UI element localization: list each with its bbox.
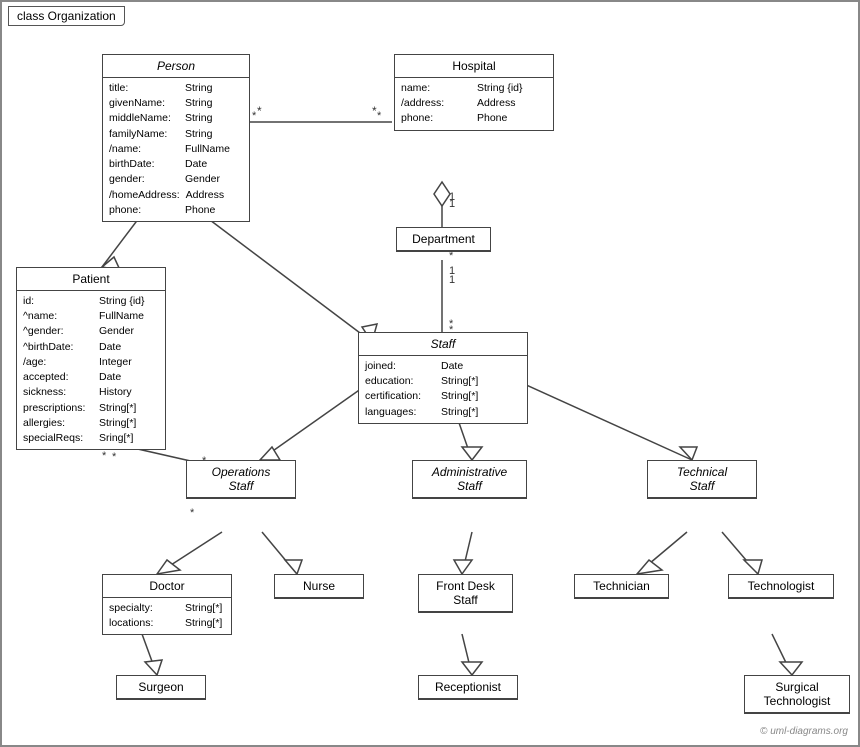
surgeon-class: Surgeon <box>116 675 206 700</box>
technician-class: Technician <box>574 574 669 599</box>
nurse-name: Nurse <box>275 575 363 598</box>
mult-person-hospital-left: * <box>252 110 256 122</box>
hospital-class: Hospital name:String {id} /address:Addre… <box>394 54 554 131</box>
nurse-class: Nurse <box>274 574 364 599</box>
doctor-class: Doctor specialty:String[*] locations:Str… <box>102 574 232 635</box>
hospital-name: Hospital <box>395 55 553 78</box>
staff-class: Staff joined:Date education:String[*] ce… <box>358 332 528 424</box>
front-desk-staff-class: Front Desk Staff <box>418 574 513 613</box>
person-body: title:String givenName:String middleName… <box>103 78 249 221</box>
mult-dept-staff-star: * <box>449 324 453 336</box>
department-name: Department <box>397 228 490 251</box>
receptionist-name: Receptionist <box>419 676 517 699</box>
operations-staff-class: Operations Staff <box>186 460 296 499</box>
technologist-class: Technologist <box>728 574 834 599</box>
mult-hospital-dept-star: * <box>449 250 453 262</box>
diagram-container: class Organization * * 1 * 1 * * <box>0 0 860 747</box>
diagram-title: class Organization <box>8 6 125 26</box>
title-text: class Organization <box>17 9 116 23</box>
mult-dept-staff-1: 1 <box>449 274 455 286</box>
person-name: Person <box>103 55 249 78</box>
hospital-body: name:String {id} /address:Address phone:… <box>395 78 553 130</box>
surgical-technologist-name: Surgical Technologist <box>745 676 849 713</box>
technologist-name: Technologist <box>729 575 833 598</box>
mult-patient-star: * <box>102 450 106 462</box>
svg-text:*: * <box>257 104 262 118</box>
administrative-staff-class: Administrative Staff <box>412 460 527 499</box>
svg-text:*: * <box>112 451 117 463</box>
mult-hospital-dept-1: 1 <box>449 198 455 210</box>
surgical-technologist-class: Surgical Technologist <box>744 675 850 714</box>
operations-staff-name: Operations Staff <box>187 461 295 498</box>
technical-staff-class: Technical Staff <box>647 460 757 499</box>
patient-name: Patient <box>17 268 165 291</box>
receptionist-class: Receptionist <box>418 675 518 700</box>
surgeon-name: Surgeon <box>117 676 205 699</box>
staff-name: Staff <box>359 333 527 356</box>
department-class: Department <box>396 227 491 252</box>
administrative-staff-name: Administrative Staff <box>413 461 526 498</box>
copyright-text: © uml-diagrams.org <box>760 726 848 737</box>
copyright: © uml-diagrams.org <box>760 726 848 737</box>
technician-name: Technician <box>575 575 668 598</box>
patient-body: id:String {id} ^name:FullName ^gender:Ge… <box>17 291 165 449</box>
front-desk-staff-name: Front Desk Staff <box>419 575 512 612</box>
mult-ops-star: * <box>190 507 194 519</box>
patient-class: Patient id:String {id} ^name:FullName ^g… <box>16 267 166 450</box>
person-class: Person title:String givenName:String mid… <box>102 54 250 222</box>
technical-staff-name: Technical Staff <box>648 461 756 498</box>
mult-person-hospital-right: * <box>377 110 381 122</box>
doctor-name: Doctor <box>103 575 231 598</box>
staff-body: joined:Date education:String[*] certific… <box>359 356 527 423</box>
doctor-body: specialty:String[*] locations:String[*] <box>103 598 231 634</box>
